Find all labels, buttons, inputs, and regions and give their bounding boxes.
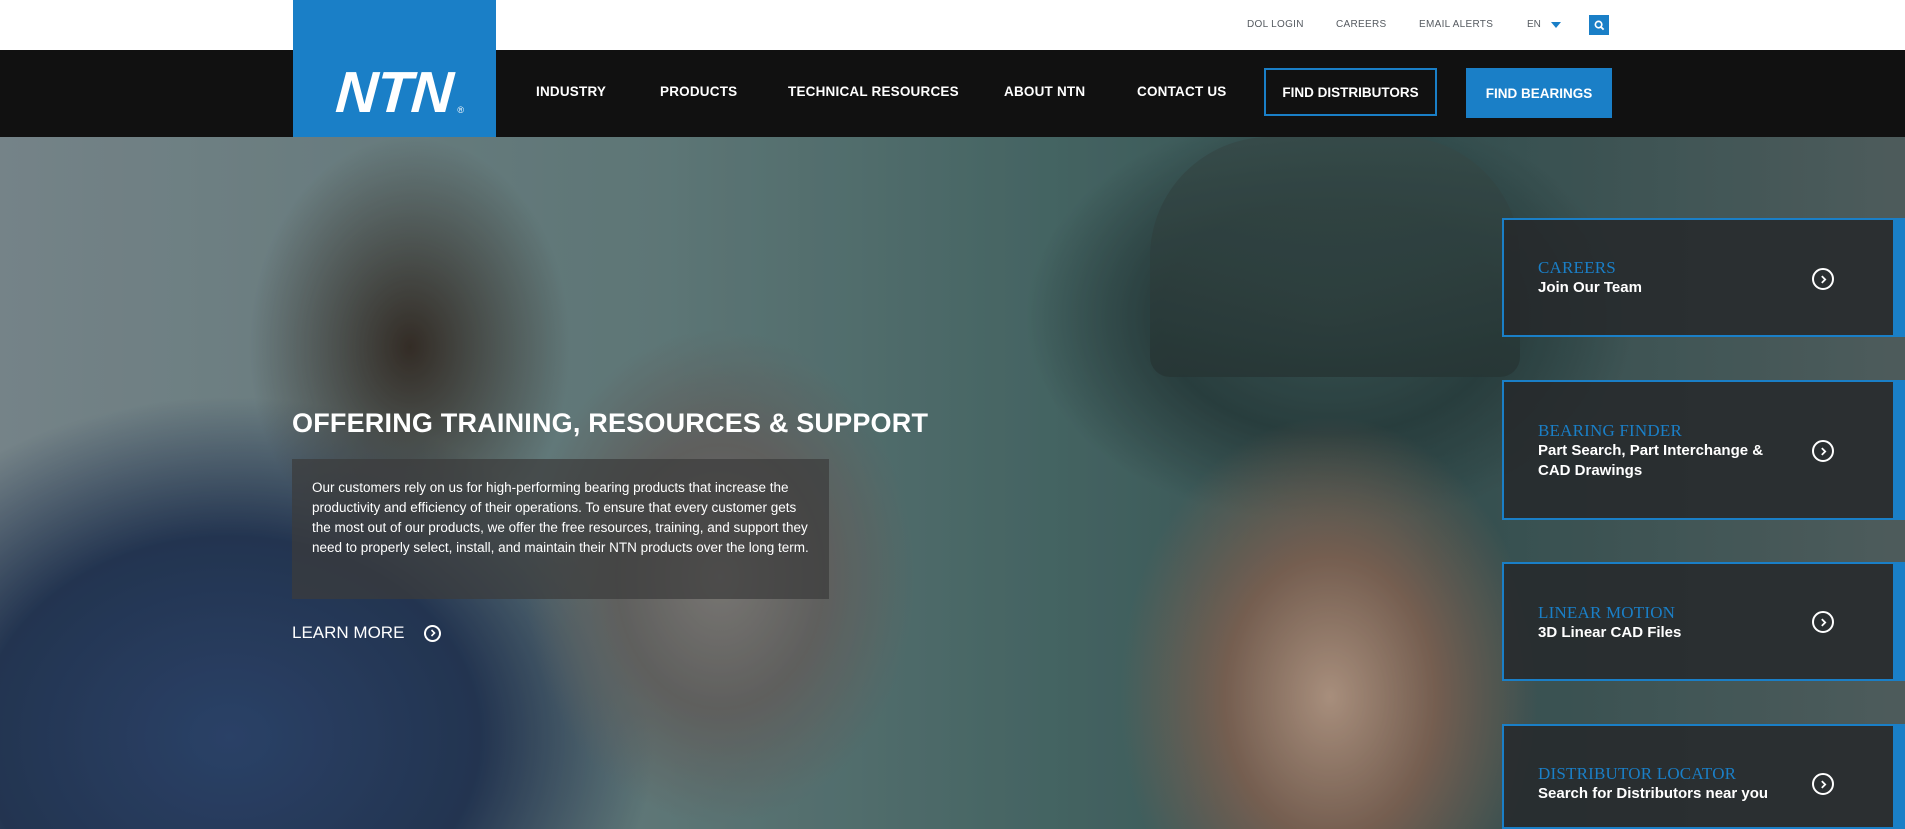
card-careers[interactable]: CAREERS Join Our Team [1502,218,1905,337]
hero-description: Our customers rely on us for high-perfor… [312,480,809,555]
card-distributor-locator[interactable]: DISTRIBUTOR LOCATOR Search for Distribut… [1502,724,1905,829]
language-label: EN [1527,19,1541,30]
chevron-right-icon [1812,268,1834,290]
search-button[interactable] [1589,15,1609,35]
language-selector[interactable]: EN [1527,19,1561,30]
card-bearing-finder[interactable]: BEARING FINDER Part Search, Part Interch… [1502,380,1905,520]
search-icon [1594,20,1604,30]
ntn-logo[interactable]: NTN ® [293,0,496,137]
careers-link[interactable]: CAREERS [1336,19,1386,30]
nav-about-ntn[interactable]: ABOUT NTN [1004,84,1085,99]
card-subtitle: Search for Distributors near you [1538,785,1769,802]
card-subtitle: 3D Linear CAD Files [1538,624,1682,641]
card-subtitle: Part Search, Part Interchange & CAD Draw… [1538,442,1764,479]
chevron-down-icon [1550,21,1561,28]
find-distributors-button[interactable]: FIND DISTRIBUTORS [1264,68,1437,116]
registered-mark: ® [457,105,464,115]
card-title: CAREERS [1538,258,1616,277]
nav-contact-us[interactable]: CONTACT US [1137,84,1227,99]
find-bearings-button[interactable]: FIND BEARINGS [1466,68,1612,118]
learn-more-label: LEARN MORE [292,623,405,642]
card-title: DISTRIBUTOR LOCATOR [1538,764,1737,783]
nav-industry[interactable]: INDUSTRY [536,84,606,99]
nav-technical-resources[interactable]: TECHNICAL RESOURCES [788,84,959,99]
learn-more-link[interactable]: LEARN MORE [292,623,442,643]
logo-text: NTN [334,60,455,125]
hero-headline: OFFERING TRAINING, RESOURCES & SUPPORT [292,408,929,438]
card-linear-motion[interactable]: LINEAR MOTION 3D Linear CAD Files [1502,562,1905,681]
card-title: LINEAR MOTION [1538,603,1676,622]
nav-products[interactable]: PRODUCTS [660,84,737,99]
email-alerts-link[interactable]: EMAIL ALERTS [1419,19,1493,30]
chevron-right-icon [424,624,442,642]
card-subtitle: Join Our Team [1538,279,1642,296]
chevron-right-icon [1812,611,1834,633]
dol-login-link[interactable]: DOL LOGIN [1247,19,1304,30]
chevron-right-icon [1812,773,1834,795]
chevron-right-icon [1812,440,1834,462]
utility-bar: DOL LOGIN CAREERS EMAIL ALERTS EN [0,0,1905,50]
card-title: BEARING FINDER [1538,421,1682,440]
hero-description-box: Our customers rely on us for high-perfor… [292,459,829,599]
